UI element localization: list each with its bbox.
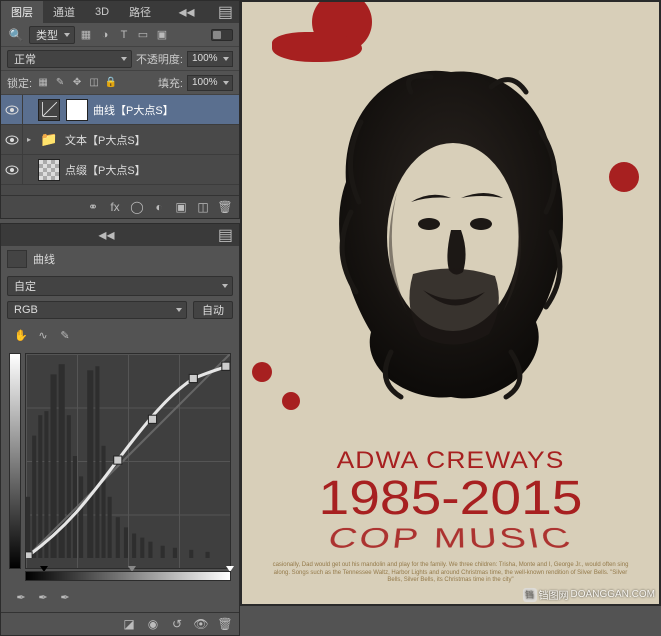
lock-row: 锁定: ▦ ✎ ✥ ◫ 🔒 填充: 100% [1,71,239,95]
link-layers-icon[interactable]: ⚭ [85,199,101,215]
channel-dropdown[interactable]: RGB [7,301,187,319]
filter-type-icons: ▦ ◑ T ▭ ▣ [79,28,169,42]
layer-name[interactable]: 文本【P大点S】 [63,132,239,148]
blend-row: 正常 不透明度: 100% [1,47,239,71]
lock-pixels-icon[interactable]: ✎ [53,76,67,90]
curve-tools: ✋ ∿ ✎ [7,324,233,346]
lock-icons: ▦ ✎ ✥ ◫ 🔒 [36,76,118,90]
lock-transparent-icon[interactable]: ▦ [36,76,50,90]
toggle-visibility-icon[interactable]: 👁 [193,616,209,632]
black-eyedropper-icon[interactable]: ✒ [13,589,29,605]
white-eyedropper-icon[interactable]: ✒ [57,589,73,605]
properties-tabs: ◂◂ ▤ [1,224,239,246]
output-gradient [9,353,21,569]
delete-layer-icon[interactable]: 🗑 [217,199,233,215]
panel-tabs: 图层 通道 3D 路径 ◂◂ ▤ [1,1,239,23]
props-title: 曲线 [33,251,55,267]
visibility-icon[interactable] [1,125,23,154]
poster-subtitle: COP MUSIC [242,524,659,556]
filter-pixel-icon[interactable]: ▦ [79,28,93,42]
gray-eyedropper-icon[interactable]: ✒ [35,589,51,605]
lock-position-icon[interactable]: ✥ [70,76,84,90]
lock-all-icon[interactable]: 🔒 [104,76,118,90]
layer-name[interactable]: 曲线【P大点S】 [91,102,239,118]
auto-button[interactable]: 自动 [193,301,233,319]
paint-splat [609,162,639,192]
folder-icon[interactable]: 📁 [38,129,60,151]
visibility-icon[interactable] [1,95,23,124]
layers-panel: 图层 通道 3D 路径 ◂◂ ▤ 🔍 类型 ▦ ◑ T ▭ ▣ 正常 不透明度:… [0,0,240,219]
poster-title: ADWA CREWAYS [242,447,659,475]
mask-thumbnail[interactable] [66,99,88,121]
fill-label: 填充: [158,75,183,91]
properties-panel: ◂◂ ▤ 曲线 自定 RGB 自动 ✋ ∿ ✎ [0,223,240,636]
eyedropper-tools: ✒ ✒ ✒ [7,586,233,608]
clip-to-layer-icon[interactable]: ◪ [121,616,137,632]
tab-channels[interactable]: 通道 [43,1,85,23]
layer-row[interactable]: ▸ 📁 文本【P大点S】 [1,125,239,155]
watermark-url: DOANGGAN.COM [571,589,655,600]
view-previous-icon[interactable]: ◉ [145,616,161,632]
layer-filter-row: 🔍 类型 ▦ ◑ T ▭ ▣ [1,23,239,47]
adjustment-thumbnail[interactable] [38,99,60,121]
panel-menu-icon[interactable]: ▤ [212,224,239,246]
layer-row[interactable]: 曲线【P大点S】 [1,95,239,125]
poster-artwork: ADWA CREWAYS 1985-2015 COP MUSIC casiona… [242,2,659,604]
portrait-silhouette [301,52,601,412]
filter-adjust-icon[interactable]: ◑ [98,28,112,42]
panel-collapse-icon[interactable]: ◂◂ [92,224,120,246]
pixel-thumbnail[interactable] [38,159,60,181]
layers-list: 曲线【P大点S】 ▸ 📁 文本【P大点S】 点缀【P大点S】 [1,95,239,195]
document-canvas[interactable]: ADWA CREWAYS 1985-2015 COP MUSIC casiona… [240,0,661,606]
paint-splat [252,362,272,382]
filter-smart-icon[interactable]: ▣ [155,28,169,42]
on-image-tool-icon[interactable]: ✋ [13,327,29,343]
pencil-tool-icon[interactable]: ✎ [57,327,73,343]
layers-footer: ⚭ fx ◯ ◐ ▣ ◫ 🗑 [1,195,239,218]
opacity-label: 不透明度: [136,51,183,67]
curve-overlay[interactable] [26,354,230,558]
filter-shape-icon[interactable]: ▭ [136,28,150,42]
layer-name[interactable]: 点缀【P大点S】 [63,162,239,178]
preset-dropdown[interactable]: 自定 [7,276,233,296]
new-layer-icon[interactable]: ◫ [195,199,211,215]
input-gradient [25,571,231,581]
curves-graph[interactable] [7,351,233,581]
blend-mode-dropdown[interactable]: 正常 [7,50,132,68]
group-icon[interactable]: ▣ [173,199,189,215]
expand-icon[interactable]: ▸ [23,135,35,144]
search-icon[interactable]: 🔍 [7,26,25,44]
delete-adjustment-icon[interactable]: 🗑 [217,616,233,632]
adjustment-layer-icon[interactable]: ◐ [151,199,167,215]
tab-3d[interactable]: 3D [85,1,119,23]
opacity-field[interactable]: 100% [187,51,233,67]
properties-footer: ◪ ◉ ↺ 👁 🗑 [1,612,239,635]
filter-toggle[interactable] [211,29,233,41]
layer-row[interactable]: 点缀【P大点S】 [1,155,239,185]
tab-layers[interactable]: 图层 [1,1,43,23]
lock-label: 锁定: [7,75,32,91]
props-header: 曲线 [1,246,239,272]
reset-icon[interactable]: ↺ [169,616,185,632]
panel-menu-icon[interactable]: ▤ [212,1,239,23]
filter-type-icon[interactable]: T [117,28,131,42]
fill-field[interactable]: 100% [187,75,233,91]
watermark-site: 铛图网 [539,587,569,602]
watermark-icon: 铛 [523,588,537,602]
visibility-icon[interactable] [1,155,23,184]
poster-text-block: ADWA CREWAYS 1985-2015 COP MUSIC casiona… [242,447,659,584]
watermark: 铛 铛图网 DOANGGAN.COM [523,587,655,602]
curves-grid[interactable] [25,353,231,569]
poster-years: 1985-2015 [242,477,659,520]
tab-paths[interactable]: 路径 [119,1,161,23]
layer-fx-icon[interactable]: fx [107,199,123,215]
point-tool-icon[interactable]: ∿ [35,327,51,343]
paint-splat [282,392,300,410]
lock-artboard-icon[interactable]: ◫ [87,76,101,90]
curves-icon [7,250,27,268]
panel-collapse-icon[interactable]: ◂◂ [172,1,200,23]
poster-fineprint: casionally, Dad would get out his mandol… [242,562,659,584]
layer-mask-icon[interactable]: ◯ [129,199,145,215]
filter-kind-dropdown[interactable]: 类型 [29,26,75,44]
